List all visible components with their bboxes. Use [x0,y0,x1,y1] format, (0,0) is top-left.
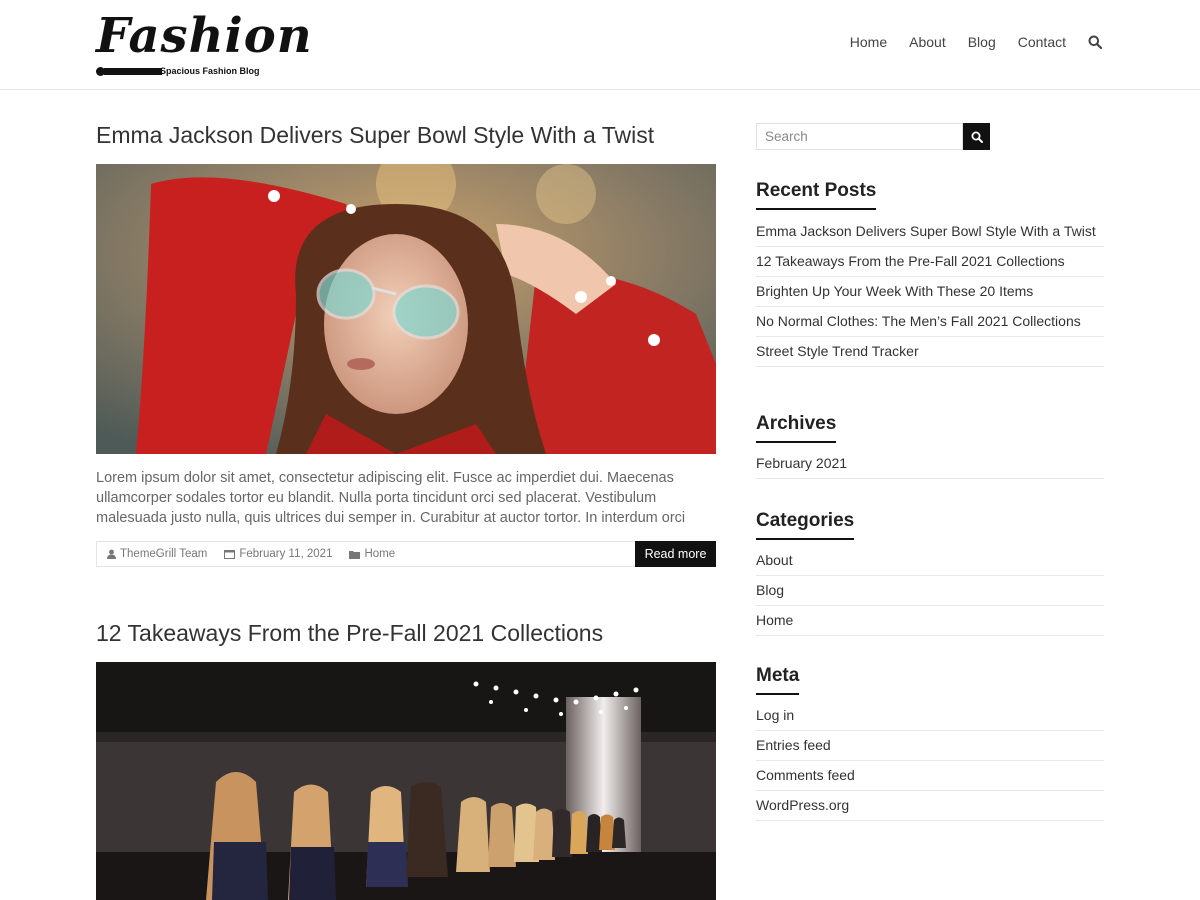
list-item[interactable]: Street Style Trend Tracker [756,337,1104,367]
meta-list: Log in Entries feed Comments feed WordPr… [756,701,1104,821]
post-author[interactable]: ThemeGrill Team [107,548,207,560]
nav-about[interactable]: About [909,34,946,50]
logo-bar [104,68,162,75]
list-item[interactable]: About [756,546,1104,576]
list-item[interactable]: WordPress.org [756,791,1104,821]
post-date-text: February 11, 2021 [239,548,333,560]
nav-home[interactable]: Home [850,34,887,50]
category-link[interactable]: Blog [756,582,784,598]
calendar-icon [224,550,236,559]
site-header: Fashion Spacious Fashion Blog Home About… [0,0,1200,90]
widget-title-archives: Archives [756,413,837,443]
list-item[interactable]: Emma Jackson Delivers Super Bowl Style W… [756,217,1104,247]
main-navigation: Home About Blog Contact [828,30,1104,54]
list-item[interactable]: Log in [756,701,1104,731]
post-excerpt: Lorem ipsum dolor sit amet, consectetur … [96,470,686,526]
list-item[interactable]: February 2021 [756,449,1104,479]
archive-link[interactable]: February 2021 [756,455,847,471]
list-item[interactable]: Home [756,606,1104,636]
post-meta: ThemeGrill Team February 11, 2021 Home R… [96,541,716,567]
category-link[interactable]: About [756,552,793,568]
logo-title: Fashion [96,8,313,64]
list-item[interactable]: Brighten Up Your Week With These 20 Item… [756,277,1104,307]
search-input[interactable] [756,123,963,150]
list-item[interactable]: Entries feed [756,731,1104,761]
search-icon [971,131,983,143]
post-title[interactable]: 12 Takeaways From the Pre-Fall 2021 Coll… [96,620,603,647]
folder-icon [349,550,361,559]
post-featured-image[interactable] [96,164,716,454]
meta-link[interactable]: Entries feed [756,737,831,753]
search-icon[interactable] [1088,34,1104,50]
recent-post-link[interactable]: No Normal Clothes: The Men’s Fall 2021 C… [756,313,1081,329]
meta-link[interactable]: Comments feed [756,767,855,783]
author-name: ThemeGrill Team [120,548,208,560]
post-title[interactable]: Emma Jackson Delivers Super Bowl Style W… [96,122,654,149]
recent-post-link[interactable]: Emma Jackson Delivers Super Bowl Style W… [756,223,1096,239]
post-category[interactable]: Home [349,548,395,560]
recent-posts-list: Emma Jackson Delivers Super Bowl Style W… [756,217,1104,367]
nav-contact[interactable]: Contact [1018,34,1066,50]
user-icon [107,549,116,559]
search-submit-button[interactable] [963,123,990,150]
categories-list: About Blog Home [756,546,1104,636]
post-featured-image[interactable] [96,662,716,900]
category-link[interactable]: Home [756,612,793,628]
post-category-text: Home [364,548,396,560]
meta-link[interactable]: Log in [756,707,794,723]
meta-link[interactable]: WordPress.org [756,797,849,813]
recent-post-link[interactable]: Brighten Up Your Week With These 20 Item… [756,283,1033,299]
list-item[interactable]: No Normal Clothes: The Men’s Fall 2021 C… [756,307,1104,337]
post-date[interactable]: February 11, 2021 [224,548,332,560]
list-item[interactable]: 12 Takeaways From the Pre-Fall 2021 Coll… [756,247,1104,277]
read-more-button[interactable]: Read more [635,541,716,567]
sidebar-search [756,123,990,150]
list-item[interactable]: Comments feed [756,761,1104,791]
recent-post-link[interactable]: 12 Takeaways From the Pre-Fall 2021 Coll… [756,253,1065,269]
widget-title-meta: Meta [756,665,800,695]
archives-list: February 2021 [756,449,1104,479]
widget-title-categories: Categories [756,510,855,540]
site-logo[interactable]: Fashion Spacious Fashion Blog [96,8,312,80]
nav-blog[interactable]: Blog [968,34,996,50]
widget-title-recent-posts: Recent Posts [756,180,877,210]
logo-tagline: Spacious Fashion Blog [160,66,260,76]
recent-post-link[interactable]: Street Style Trend Tracker [756,343,919,359]
list-item[interactable]: Blog [756,576,1104,606]
